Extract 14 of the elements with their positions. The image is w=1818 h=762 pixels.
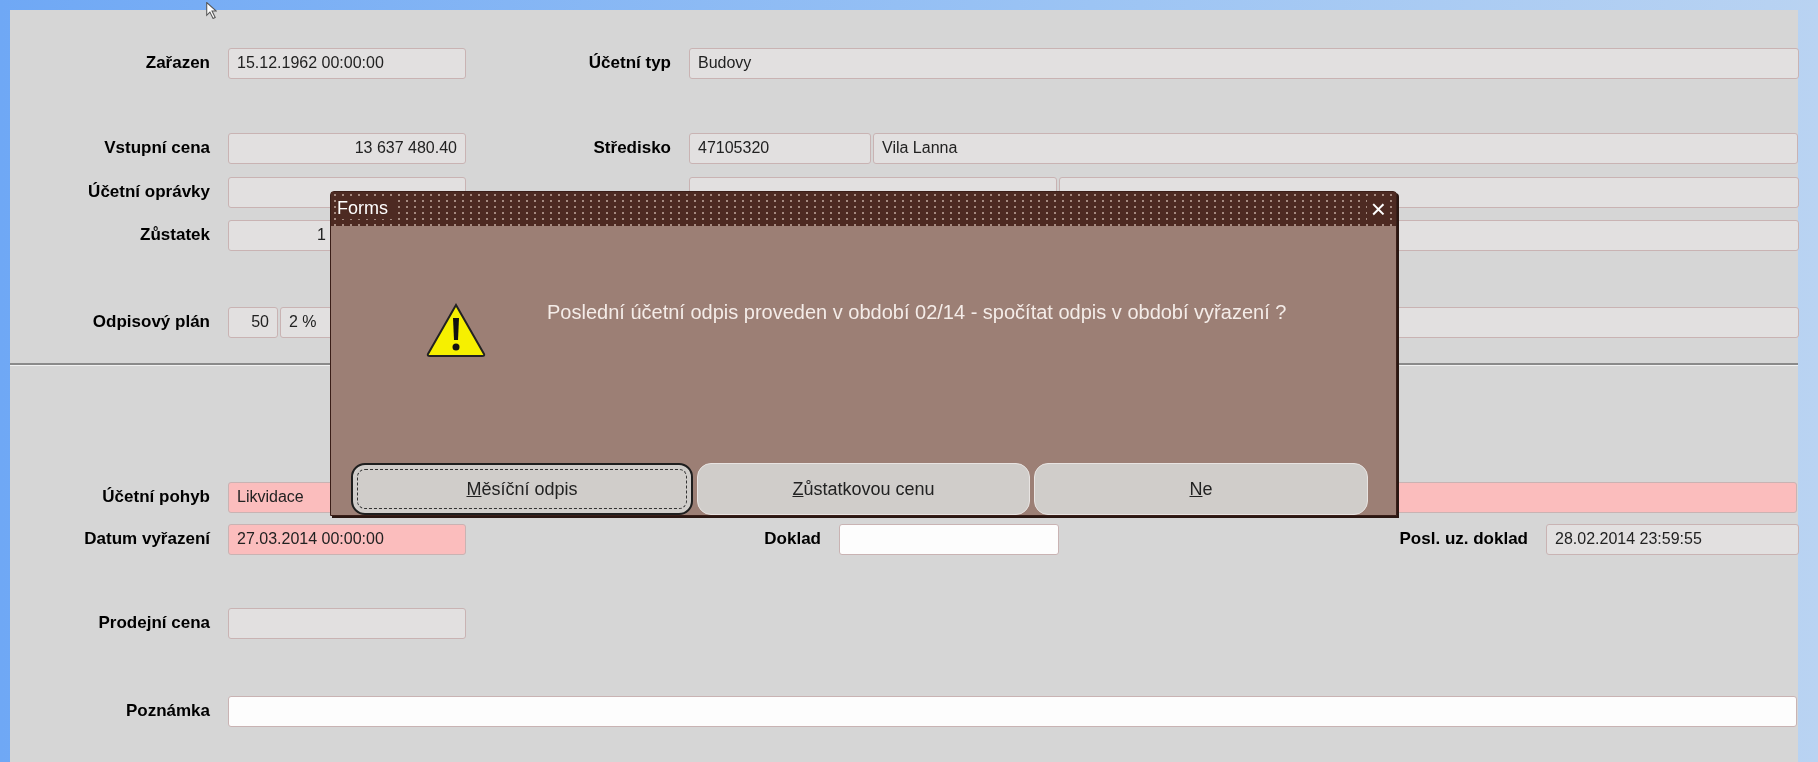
field-label: Účetní typ — [587, 53, 672, 73]
field-label: Poznámka — [124, 701, 211, 721]
field-label: Doklad — [763, 529, 822, 549]
field-label: Posl. uz. doklad — [1398, 529, 1529, 549]
field-label: Zařazen — [144, 53, 211, 73]
field-label: Zůstatek — [139, 225, 211, 245]
field-label: Středisko — [592, 138, 672, 158]
field-label: Prodejní cena — [97, 613, 211, 633]
dialog-message: Poslední účetní odpis proveden v období 02/14 - spočítat odpis v období vyřazení ? — [547, 299, 1288, 325]
field-label: Datum vyřazení — [83, 529, 212, 549]
field-label: Odpisový plán — [91, 312, 211, 332]
field-label: Vstupní cena — [103, 138, 211, 158]
field-label: Účetní oprávky — [87, 182, 211, 202]
field-label: Účetní pohyb — [101, 487, 211, 507]
